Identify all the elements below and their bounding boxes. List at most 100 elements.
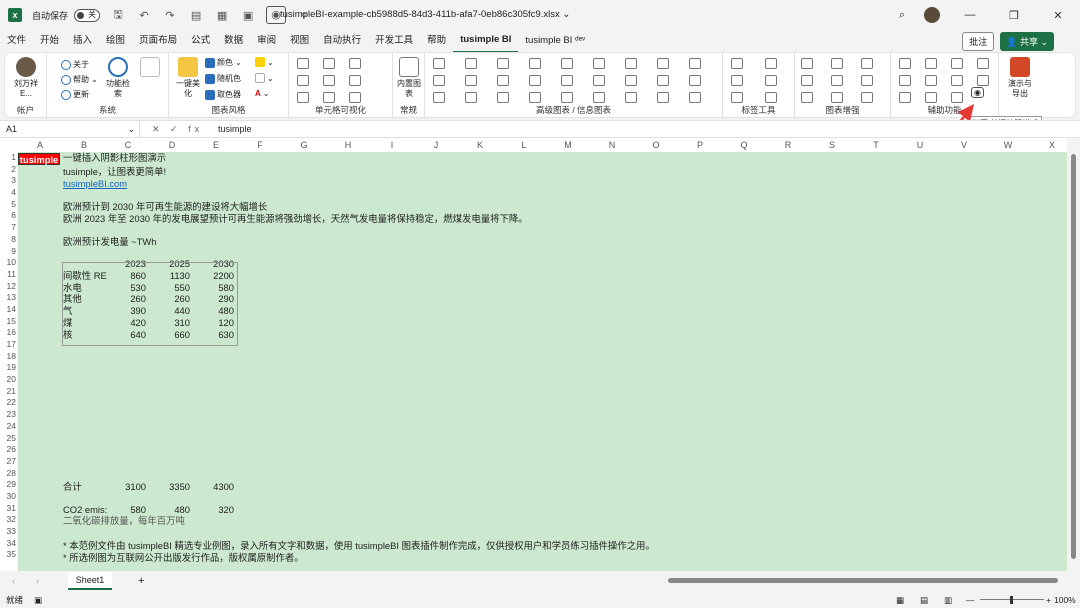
zoom-in-icon[interactable]: + <box>1046 592 1051 608</box>
total-cell[interactable]: 3350 <box>150 481 190 493</box>
total-cell[interactable]: 3100 <box>106 481 146 493</box>
row-header-30[interactable]: 30 <box>0 491 18 503</box>
row-header-8[interactable]: 8 <box>0 234 18 246</box>
menu-tab-1[interactable]: 开始 <box>33 30 66 52</box>
row-header-35[interactable]: 35 <box>0 549 18 561</box>
present-export-button[interactable]: 演示与导出 <box>1005 57 1035 99</box>
row-header-22[interactable]: 22 <box>0 397 18 409</box>
eye-care-icon[interactable]: ◉ <box>971 87 984 98</box>
cell-b2[interactable]: tusimple，让图表更简单! <box>63 166 166 178</box>
row-header-27[interactable]: 27 <box>0 456 18 468</box>
autosave-toggle[interactable]: 关 <box>74 8 101 22</box>
zoom-level[interactable]: 100% <box>1054 592 1076 608</box>
sheet-tab[interactable]: Sheet1 <box>68 572 112 590</box>
row-header-18[interactable]: 18 <box>0 351 18 363</box>
cell-a1[interactable]: tusimple <box>18 153 60 165</box>
paste-icon[interactable]: ▤ <box>188 9 204 22</box>
column-header-r[interactable]: R <box>766 140 810 152</box>
fill-color-icon[interactable]: ⌄ <box>255 57 274 67</box>
document-title[interactable]: tusimpleBI-example-cb5988d5-84d3-411b-af… <box>280 9 570 20</box>
row-header-21[interactable]: 21 <box>0 386 18 398</box>
row-header-19[interactable]: 19 <box>0 362 18 374</box>
column-header-o[interactable]: O <box>634 140 678 152</box>
row-header-13[interactable]: 13 <box>0 292 18 304</box>
menu-tab-2[interactable]: 插入 <box>66 30 99 52</box>
zoom-out-icon[interactable]: — <box>966 592 975 608</box>
enhance-tools[interactable] <box>801 58 887 103</box>
column-header-k[interactable]: K <box>458 140 502 152</box>
cell-b6[interactable]: 欧洲 2023 年至 2030 年的发电展望预计可再生能源将强劲增长，天然气发电… <box>63 213 528 225</box>
formula-controls[interactable]: ✕ ✓ fx <box>152 121 203 138</box>
row-header-31[interactable]: 31 <box>0 503 18 515</box>
cell-vis-tools[interactable] <box>297 58 371 103</box>
tag-tools[interactable] <box>731 58 795 103</box>
column-header-q[interactable]: Q <box>722 140 766 152</box>
menu-tab-10[interactable]: 开发工具 <box>368 30 420 52</box>
worksheet-grid[interactable]: ABCDEFGHIJKLMNOPQRSTUVWX 1 2 3 4 5 6 7 8 9 10 11 12… <box>0 138 1067 571</box>
normal-view-icon[interactable]: ▦ <box>896 592 904 608</box>
cell-b35[interactable]: * 所选例图为互联网公开出版发行作品，版权属原制作者。 <box>63 552 304 564</box>
row-header-29[interactable]: 29 <box>0 479 18 491</box>
search-icon[interactable]: ⌕ <box>880 9 924 22</box>
update-button[interactable]: 更新 <box>61 89 89 100</box>
row-header-5[interactable]: 5 <box>0 199 18 211</box>
close-icon[interactable]: ✕ <box>1036 9 1080 22</box>
menu-tab-8[interactable]: 视图 <box>283 30 316 52</box>
help-button[interactable]: 帮助 ⌄ <box>61 74 98 85</box>
name-box[interactable]: A1 ⌄ <box>0 121 140 139</box>
column-header-f[interactable]: F <box>238 140 282 152</box>
share-button[interactable]: 👤 共享 ⌄ <box>1000 32 1054 51</box>
column-header-c[interactable]: C <box>106 140 150 152</box>
chart-icon[interactable]: ▦ <box>214 9 230 22</box>
row-header-33[interactable]: 33 <box>0 526 18 538</box>
menu-tab-9[interactable]: 自动执行 <box>316 30 368 52</box>
formula-input[interactable]: tusimple <box>218 121 252 138</box>
cell-b1[interactable]: 一键插入阴影柱形图演示 <box>63 153 166 165</box>
column-header-m[interactable]: M <box>546 140 590 152</box>
column-header-w[interactable]: W <box>986 140 1030 152</box>
cell-b5[interactable]: 欧洲预计到 2030 年可再生能源的建设将大幅增长 <box>63 201 267 213</box>
column-header-s[interactable]: S <box>810 140 854 152</box>
about-button[interactable]: 关于 <box>61 59 89 70</box>
builtin-chart-button[interactable]: 内置图表 <box>394 57 424 99</box>
vertical-scrollbar[interactable] <box>1067 138 1080 571</box>
column-header-d[interactable]: D <box>150 140 194 152</box>
total-cell[interactable]: 4300 <box>194 481 234 493</box>
page-layout-icon[interactable]: ▤ <box>920 592 928 608</box>
cell-b8[interactable]: 欧洲预计发电量 ~TWh <box>63 236 157 248</box>
link-website[interactable]: tusimpleBI.com <box>63 178 127 190</box>
row-header-3[interactable]: 3 <box>0 175 18 187</box>
cell-area[interactable]: tusimple 一键插入阴影柱形图演示 tusimple，让图表更简单! tu… <box>18 152 1067 571</box>
column-header-t[interactable]: T <box>854 140 898 152</box>
row-header-1[interactable]: 1 <box>0 152 18 164</box>
co2-cell[interactable]: 480 <box>150 504 190 516</box>
row-header-32[interactable]: 32 <box>0 514 18 526</box>
column-header-e[interactable]: E <box>194 140 238 152</box>
menu-tab-12[interactable]: tusimple BI <box>453 29 519 53</box>
total-label[interactable]: 合计 <box>63 481 82 493</box>
row-header-2[interactable]: 2 <box>0 164 18 176</box>
column-header-n[interactable]: N <box>590 140 634 152</box>
column-header-i[interactable]: I <box>370 140 414 152</box>
font-color-icon[interactable]: A ⌄ <box>255 89 269 98</box>
row-header-23[interactable]: 23 <box>0 409 18 421</box>
row-header-10[interactable]: 10 <box>0 257 18 269</box>
row-header-26[interactable]: 26 <box>0 444 18 456</box>
zoom-slider-thumb[interactable] <box>1010 596 1013 604</box>
image-icon[interactable]: ▣ <box>240 9 256 22</box>
row-header-17[interactable]: 17 <box>0 339 18 351</box>
random-color-button[interactable]: 随机色 <box>205 73 241 84</box>
prev-sheet-icon[interactable]: ‹ <box>12 576 15 586</box>
line-color-icon[interactable]: ⌄ <box>255 73 274 83</box>
minimize-icon[interactable]: — <box>948 9 992 21</box>
row-header-7[interactable]: 7 <box>0 222 18 234</box>
column-header-a[interactable]: A <box>18 140 62 152</box>
column-header-u[interactable]: U <box>898 140 942 152</box>
row-header-16[interactable]: 16 <box>0 327 18 339</box>
menu-tab-6[interactable]: 数据 <box>217 30 250 52</box>
menu-tab-3[interactable]: 绘图 <box>99 30 132 52</box>
column-header-g[interactable]: G <box>282 140 326 152</box>
cell-b32[interactable]: 二氧化碳排放量，每年百万吨 <box>63 516 185 528</box>
function-search-button[interactable]: 功能检索 <box>103 57 133 99</box>
row-header-14[interactable]: 14 <box>0 304 18 316</box>
